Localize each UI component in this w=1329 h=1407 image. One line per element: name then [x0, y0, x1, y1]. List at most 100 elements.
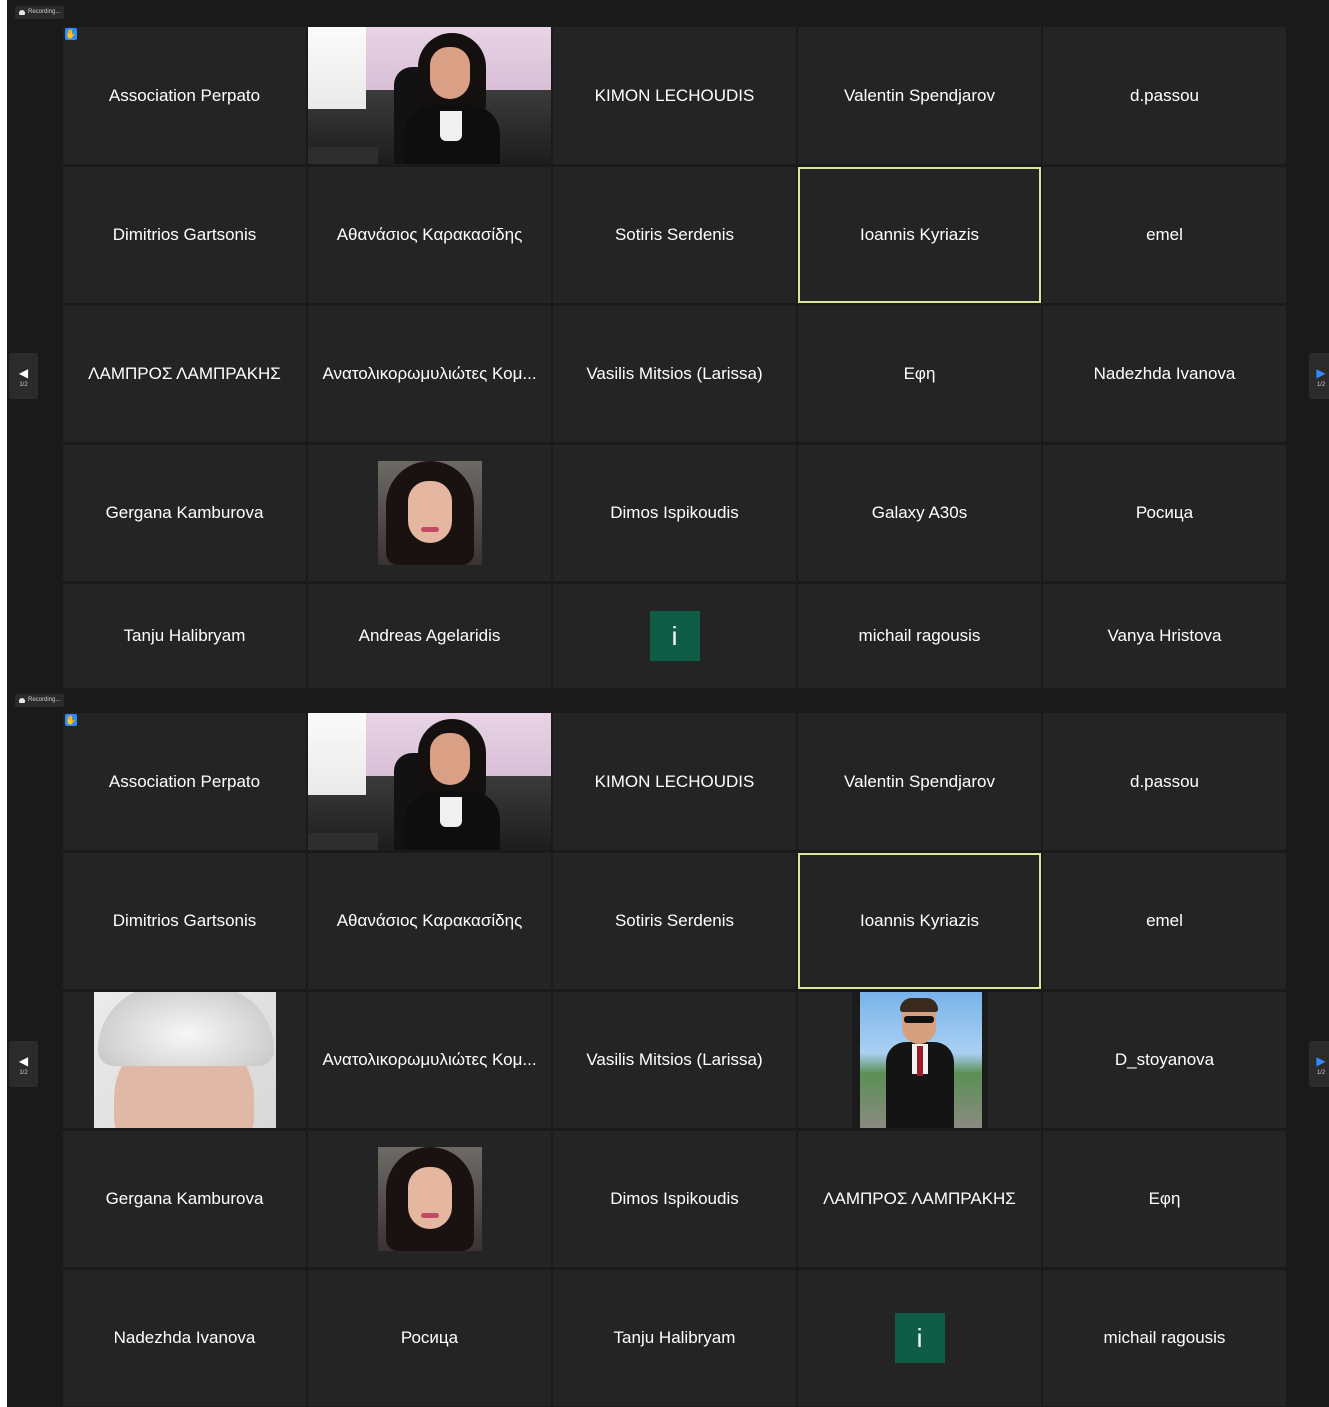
info-icon: i: [894, 1313, 945, 1363]
participant-grid: Association Perpato KIMON LECHOUDIS Vale…: [63, 27, 1286, 688]
participant-avatar-tile[interactable]: i: [798, 1270, 1041, 1406]
participant-tile[interactable]: Nadezhda Ivanova: [1043, 306, 1286, 442]
participant-avatar-tile[interactable]: [798, 992, 1041, 1128]
participant-name: Association Perpato: [108, 85, 261, 105]
participant-tile[interactable]: Gergana Kamburova: [63, 445, 306, 581]
participant-name: Ioannis Kyriazis: [859, 225, 980, 244]
participant-name: Εφη: [903, 364, 936, 383]
next-page-button[interactable]: ▶ 1/2: [1309, 1041, 1329, 1087]
recording-indicator[interactable]: Recording...: [15, 694, 65, 707]
participant-tile[interactable]: Association Perpato: [63, 27, 306, 164]
participant-tile[interactable]: KIMON LECHOUDIS: [553, 27, 796, 164]
participant-tile[interactable]: KIMON LECHOUDIS: [553, 713, 796, 850]
participant-tile[interactable]: Αθανάσιος Καρακασίδης: [308, 853, 551, 989]
participant-avatar-tile[interactable]: [308, 445, 551, 581]
participant-name: michail ragousis: [858, 626, 981, 645]
participant-video-tile[interactable]: [308, 713, 551, 850]
page-indicator: 1/2: [1316, 382, 1326, 388]
participant-tile[interactable]: Sotiris Serdenis: [553, 167, 796, 303]
participant-tile[interactable]: Dimos Ispikoudis: [553, 445, 796, 581]
chevron-left-icon: ◀: [18, 366, 29, 380]
profile-picture: [93, 992, 276, 1128]
participant-tile[interactable]: Association Perpato: [63, 713, 306, 850]
participant-name: michail ragousis: [1103, 1328, 1226, 1347]
participant-name: Tanju Halibryam: [613, 1328, 736, 1347]
active-speaker-tile[interactable]: Ioannis Kyriazis: [798, 853, 1041, 989]
participant-tile[interactable]: ΛΑΜΠΡΟΣ ΛΑΜΠΡΑΚΗΣ: [63, 306, 306, 442]
participant-name: Dimos Ispikoudis: [610, 1189, 739, 1208]
participant-tile[interactable]: Росица: [1043, 445, 1286, 581]
next-page-button[interactable]: ▶ 1/2: [1309, 353, 1329, 399]
chevron-right-icon: ▶: [1316, 1054, 1326, 1068]
participant-avatar-tile[interactable]: i: [553, 584, 796, 688]
participant-name: Galaxy A30s: [871, 503, 968, 522]
participant-tile[interactable]: michail ragousis: [1043, 1270, 1286, 1406]
participant-tile[interactable]: Tanju Halibryam: [553, 1270, 796, 1406]
participant-name: Vanya Hristova: [1107, 626, 1222, 645]
participant-tile[interactable]: Ανατολικορωμυλιώτες Κομ...: [308, 306, 551, 442]
participant-tile[interactable]: Gergana Kamburova: [63, 1131, 306, 1267]
participant-avatar-tile[interactable]: [63, 992, 306, 1128]
participant-tile[interactable]: Αθανάσιος Καρακασίδης: [308, 167, 551, 303]
participant-tile[interactable]: Dimos Ispikoudis: [553, 1131, 796, 1267]
cloud-recording-icon: [19, 10, 25, 15]
raised-hand-icon: ✋: [65, 714, 77, 726]
participant-name: ΛΑΜΠΡΟΣ ΛΑΜΠΡΑΚΗΣ: [88, 364, 281, 383]
participant-name: KIMON LECHOUDIS: [594, 85, 755, 105]
participant-name: Ioannis Kyriazis: [859, 911, 980, 930]
participant-name: Росица: [400, 1328, 459, 1347]
previous-page-button[interactable]: ◀ 1/2: [9, 353, 38, 399]
participant-name: emel: [1146, 911, 1183, 930]
participant-name: Andreas Agelaridis: [358, 626, 501, 645]
participant-tile[interactable]: Nadezhda Ivanova: [63, 1270, 306, 1406]
recording-label: Recording...: [28, 697, 61, 703]
recording-label: Recording...: [28, 9, 61, 15]
raised-hand-icon: ✋: [65, 28, 77, 40]
participant-grid: Association Perpato KIMON LECHOUDIS Vale…: [63, 713, 1286, 1406]
participant-tile[interactable]: Galaxy A30s: [798, 445, 1041, 581]
participant-tile[interactable]: Tanju Halibryam: [63, 584, 306, 688]
participant-tile[interactable]: emel: [1043, 167, 1286, 303]
participant-tile[interactable]: emel: [1043, 853, 1286, 989]
meeting-gallery-view-1: Recording... ✋ ◀ 1/2 ▶ 1/2 Association P…: [7, 0, 1329, 688]
participant-tile[interactable]: Росица: [308, 1270, 551, 1406]
participant-name: Vasilis Mitsios (Larissa): [586, 364, 763, 383]
participant-name: Εφη: [1148, 1189, 1181, 1208]
participant-tile[interactable]: Valentin Spendjarov: [798, 713, 1041, 850]
participant-name: Nadezhda Ivanova: [1093, 364, 1236, 383]
page-indicator: 1/2: [19, 382, 28, 388]
participant-name: Ανατολικορωμυλιώτες Κομ...: [322, 364, 537, 383]
participant-tile[interactable]: Εφη: [1043, 1131, 1286, 1267]
participant-name: d.passou: [1130, 85, 1199, 105]
participant-tile[interactable]: Valentin Spendjarov: [798, 27, 1041, 164]
previous-page-button[interactable]: ◀ 1/2: [9, 1041, 38, 1087]
participant-tile[interactable]: d.passou: [1043, 713, 1286, 850]
active-speaker-tile[interactable]: Ioannis Kyriazis: [798, 167, 1041, 303]
participant-tile[interactable]: Εφη: [798, 306, 1041, 442]
participant-name: Gergana Kamburova: [105, 503, 264, 522]
participant-tile[interactable]: Dimitrios Gartsonis: [63, 167, 306, 303]
participant-tile[interactable]: Andreas Agelaridis: [308, 584, 551, 688]
participant-name: Association Perpato: [108, 771, 261, 791]
participant-tile[interactable]: Sotiris Serdenis: [553, 853, 796, 989]
participant-tile[interactable]: D_stoyanova: [1043, 992, 1286, 1128]
participant-avatar-tile[interactable]: [308, 1131, 551, 1267]
info-icon: i: [649, 611, 700, 661]
participant-tile[interactable]: Vanya Hristova: [1043, 584, 1286, 688]
participant-tile[interactable]: Vasilis Mitsios (Larissa): [553, 306, 796, 442]
recording-indicator[interactable]: Recording...: [15, 6, 65, 19]
participant-video-tile[interactable]: [308, 27, 551, 164]
participant-tile[interactable]: michail ragousis: [798, 584, 1041, 688]
participant-name: Αθανάσιος Καρακασίδης: [336, 225, 523, 244]
participant-name: Valentin Spendjarov: [844, 85, 995, 105]
participant-tile[interactable]: Vasilis Mitsios (Larissa): [553, 992, 796, 1128]
chevron-left-icon: ◀: [18, 1054, 29, 1068]
participant-tile[interactable]: Dimitrios Gartsonis: [63, 853, 306, 989]
participant-tile[interactable]: d.passou: [1043, 27, 1286, 164]
participant-name: Dimitrios Gartsonis: [112, 225, 257, 244]
participant-tile[interactable]: ΛΑΜΠΡΟΣ ΛΑΜΠΡΑΚΗΣ: [798, 1131, 1041, 1267]
participant-tile[interactable]: Ανατολικορωμυλιώτες Κομ...: [308, 992, 551, 1128]
cloud-recording-icon: [19, 698, 25, 703]
participant-name: Valentin Spendjarov: [844, 771, 995, 791]
participant-video: [308, 713, 551, 850]
